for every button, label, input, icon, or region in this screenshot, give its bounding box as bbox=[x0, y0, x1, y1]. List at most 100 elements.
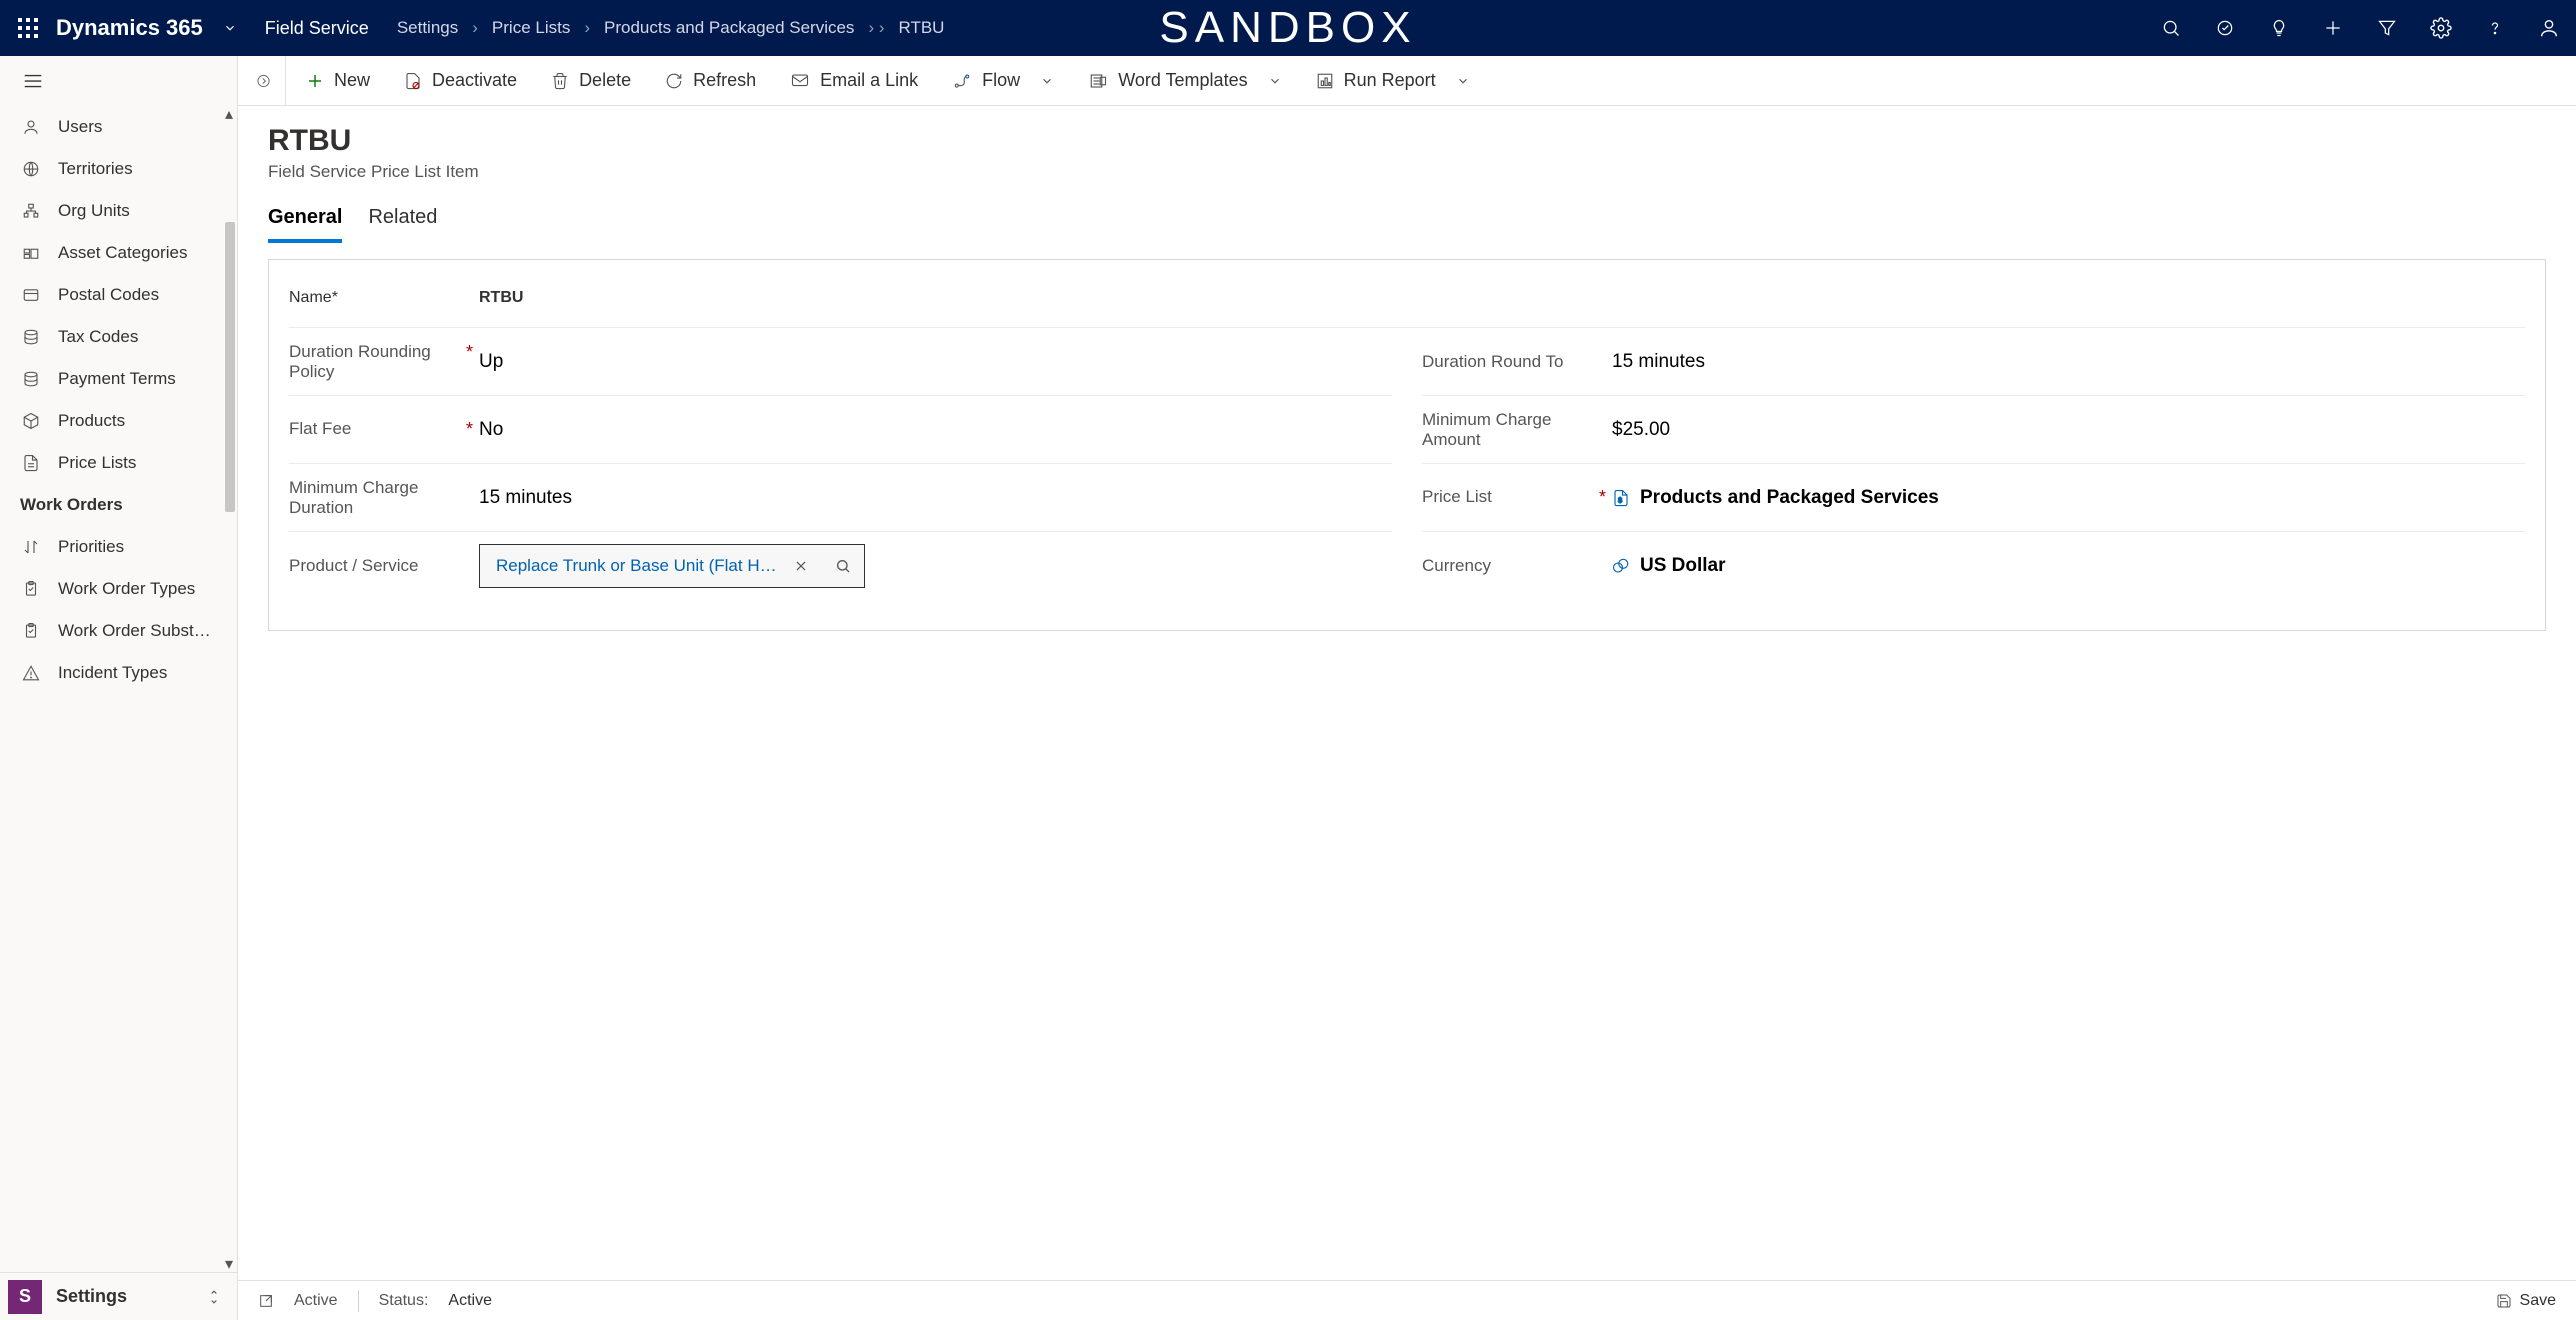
app-launcher[interactable] bbox=[0, 0, 56, 56]
mail-icon bbox=[790, 72, 810, 90]
pl-label: Price List bbox=[1422, 487, 1492, 507]
email-link-button[interactable]: Email a Link bbox=[776, 56, 932, 106]
sidebar-item[interactable]: Price Lists bbox=[0, 442, 237, 484]
search-icon bbox=[835, 558, 851, 574]
breadcrumb-item[interactable]: RTBU bbox=[898, 18, 944, 38]
lookup-chip[interactable]: Replace Trunk or Base Unit (Flat H… bbox=[480, 556, 780, 576]
add-button[interactable] bbox=[2306, 0, 2360, 56]
sidebar-toggle[interactable] bbox=[0, 56, 237, 106]
settings-button[interactable] bbox=[2414, 0, 2468, 56]
sidebar-item[interactable]: Work Order Subst… bbox=[0, 610, 237, 652]
currency-label: Currency bbox=[1422, 556, 1491, 576]
page-subtitle: Field Service Price List Item bbox=[268, 162, 2546, 182]
deactivate-label: Deactivate bbox=[432, 70, 517, 91]
sidebar-item[interactable]: Territories bbox=[0, 148, 237, 190]
toggle-pane-button[interactable] bbox=[242, 56, 286, 106]
scroll-up[interactable]: ▴ bbox=[221, 106, 237, 122]
header-area-label[interactable]: Field Service bbox=[265, 18, 369, 39]
sidebar-scroll: ▴ Users TerritoriesOrg UnitsAsset Categor… bbox=[0, 106, 237, 1272]
delete-button[interactable]: Delete bbox=[537, 56, 645, 106]
status-bar: Active Status: Active Save bbox=[238, 1280, 2576, 1320]
flow-button[interactable]: Flow bbox=[938, 56, 1068, 106]
delete-label: Delete bbox=[579, 70, 631, 91]
ideas-button[interactable] bbox=[2252, 0, 2306, 56]
product-service-lookup[interactable]: Replace Trunk or Base Unit (Flat H… bbox=[479, 544, 865, 588]
mca-value[interactable]: $25.00 bbox=[1612, 419, 2525, 441]
sidebar-item[interactable]: Priorities bbox=[0, 526, 237, 568]
sidebar-item-label: Users bbox=[58, 117, 102, 137]
brand-dropdown[interactable]: Dynamics 365 bbox=[56, 15, 237, 41]
area-switcher[interactable]: S Settings bbox=[0, 1272, 237, 1320]
mca-label: Minimum Charge Amount bbox=[1422, 410, 1612, 450]
sidebar-item[interactable]: Work Order Types bbox=[0, 568, 237, 610]
sidebar-item[interactable]: Tax Codes bbox=[0, 316, 237, 358]
refresh-label: Refresh bbox=[693, 70, 756, 91]
filter-button[interactable] bbox=[2360, 0, 2414, 56]
sidebar-item[interactable]: Products bbox=[0, 400, 237, 442]
sidebar-item-label: Work Order Subst… bbox=[58, 621, 211, 641]
run-report-button[interactable]: Run Report bbox=[1302, 56, 1484, 106]
currency-link[interactable]: US Dollar bbox=[1612, 555, 2525, 577]
chevron-down-icon bbox=[223, 21, 237, 35]
sidebar-item[interactable]: Asset Categories bbox=[0, 232, 237, 274]
refresh-button[interactable]: Refresh bbox=[651, 56, 770, 106]
popout-icon[interactable] bbox=[258, 1293, 274, 1309]
clip-icon bbox=[20, 580, 42, 598]
search-icon bbox=[2161, 18, 2181, 38]
save-button[interactable]: Save bbox=[2496, 1292, 2556, 1310]
tab-related[interactable]: Related bbox=[368, 206, 437, 243]
sidebar-item[interactable]: Users bbox=[0, 106, 237, 148]
chevron-down-icon bbox=[1268, 74, 1282, 88]
environment-label: SANDBOX bbox=[1159, 3, 1416, 53]
name-value[interactable]: RTBU bbox=[479, 289, 523, 307]
ps-label: Product / Service bbox=[289, 556, 418, 576]
globe-icon bbox=[20, 160, 42, 178]
drp-value[interactable]: Up bbox=[479, 351, 1392, 373]
deactivate-button[interactable]: Deactivate bbox=[390, 56, 531, 106]
breadcrumb-item[interactable]: Price Lists bbox=[492, 18, 570, 38]
lookup-value: Replace Trunk or Base Unit (Flat H… bbox=[496, 556, 777, 576]
clip-icon bbox=[20, 622, 42, 640]
card-icon bbox=[20, 286, 42, 304]
account-button[interactable] bbox=[2522, 0, 2576, 56]
flat-value[interactable]: No bbox=[479, 419, 1392, 441]
sidebar-section-workorders: Work Orders bbox=[0, 484, 237, 526]
scroll-down[interactable]: ▾ bbox=[221, 1256, 237, 1272]
sort-icon bbox=[20, 538, 42, 556]
task-button[interactable] bbox=[2198, 0, 2252, 56]
target-icon bbox=[2215, 18, 2235, 38]
drt-label: Duration Round To bbox=[1422, 352, 1563, 372]
tab-general[interactable]: General bbox=[268, 206, 342, 243]
brand-label: Dynamics 365 bbox=[56, 15, 203, 41]
sidebar-item[interactable]: Incident Types bbox=[0, 652, 237, 694]
close-icon bbox=[794, 559, 808, 573]
breadcrumb-item[interactable]: Settings bbox=[397, 18, 458, 38]
name-label: Name bbox=[289, 289, 332, 306]
lookup-clear[interactable] bbox=[780, 545, 822, 587]
status-label: Status: bbox=[379, 1292, 429, 1310]
scrollbar-thumb[interactable] bbox=[225, 222, 235, 512]
help-button[interactable] bbox=[2468, 0, 2522, 56]
lookup-search[interactable] bbox=[822, 545, 864, 587]
pricelist-value: Products and Packaged Services bbox=[1640, 487, 1939, 509]
drt-value[interactable]: 15 minutes bbox=[1612, 351, 2525, 373]
chevron-down-icon bbox=[1456, 74, 1470, 88]
pricelist-link[interactable]: $ Products and Packaged Services bbox=[1612, 487, 2525, 509]
area-name: Settings bbox=[56, 1286, 193, 1307]
sidebar-item[interactable]: Postal Codes bbox=[0, 274, 237, 316]
report-icon bbox=[1316, 72, 1334, 90]
word-templates-button[interactable]: Word Templates bbox=[1074, 56, 1295, 106]
sidebar-item-label: Priorities bbox=[58, 537, 124, 557]
sidebar-item[interactable]: Org Units bbox=[0, 190, 237, 232]
report-label: Run Report bbox=[1344, 70, 1436, 91]
sidebar-item[interactable]: Payment Terms bbox=[0, 358, 237, 400]
mcd-value[interactable]: 15 minutes bbox=[479, 487, 1392, 509]
sidebar-item-label: Incident Types bbox=[58, 663, 167, 683]
breadcrumb-item[interactable]: Products and Packaged Services bbox=[604, 18, 854, 38]
new-button[interactable]: New bbox=[292, 56, 384, 106]
word-icon bbox=[1088, 72, 1108, 90]
flat-label: Flat Fee bbox=[289, 419, 351, 439]
search-button[interactable] bbox=[2144, 0, 2198, 56]
drp-label: Duration Rounding Policy bbox=[289, 342, 460, 382]
trash-icon bbox=[551, 72, 569, 90]
